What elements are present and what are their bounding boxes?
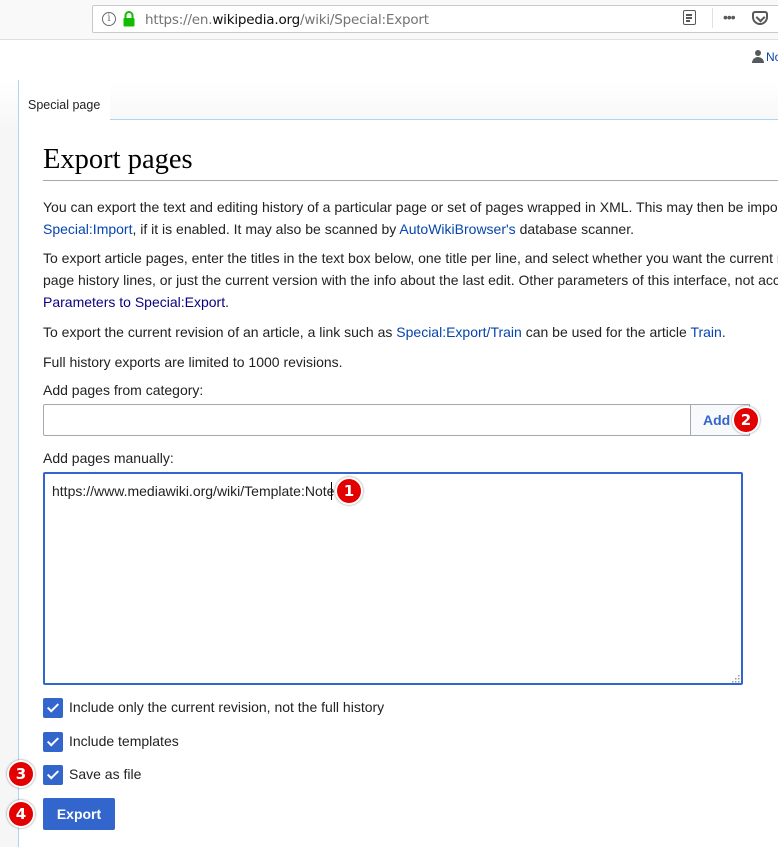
instructions-text-end: . xyxy=(225,294,229,310)
user-link[interactable]: Not logged in xyxy=(766,50,778,64)
url-domain: wikipedia.org xyxy=(212,12,301,28)
url-bar[interactable]: i https://en.wikipedia.org/wiki/Special:… xyxy=(92,5,778,33)
annotation-badge-3: 3 xyxy=(7,760,35,788)
intro-text-end: database scanner. xyxy=(515,221,634,237)
example-text-2: can be used for the article xyxy=(521,324,691,340)
annotation-badge-2: 2 xyxy=(732,406,760,434)
checkbox-label: Include templates xyxy=(69,733,179,749)
checkbox-label: Save as file xyxy=(69,766,142,782)
save-as-file-checkbox[interactable] xyxy=(43,765,63,785)
train-link[interactable]: Train xyxy=(690,324,721,340)
special-export-train-link[interactable]: Special:Export/Train xyxy=(396,324,522,340)
tab-label: Special page xyxy=(28,98,101,112)
intro-line-1: You can export the text and editing hist… xyxy=(43,199,778,215)
current-revision-checkbox[interactable] xyxy=(43,698,63,718)
checkbox-label: Include only the current revision, not t… xyxy=(69,699,385,715)
limit-note: Full history exports are limited to 1000… xyxy=(43,354,343,370)
category-label: Add pages from category: xyxy=(43,382,204,398)
annotation-badge-4: 4 xyxy=(7,800,35,828)
info-icon[interactable]: i xyxy=(102,12,116,26)
example-text-1: To export the current revision of an art… xyxy=(43,324,397,340)
example-text-3: . xyxy=(721,324,726,340)
export-button[interactable]: Export xyxy=(43,798,115,830)
url-path: /wiki/Special:Export xyxy=(300,12,429,28)
special-import-link[interactable]: Special:Import xyxy=(43,221,132,237)
instructions-paragraph: To export article pages, enter the title… xyxy=(43,247,778,313)
autowikibrowser-link[interactable]: AutoWikiBrowser's xyxy=(399,221,515,237)
instructions-line-2: page history lines, or just the current … xyxy=(43,272,778,288)
text-caret xyxy=(331,482,332,500)
include-templates-checkbox[interactable] xyxy=(43,732,63,752)
reader-view-icon[interactable] xyxy=(683,10,696,25)
resize-grip-icon[interactable] xyxy=(731,674,740,683)
intro-paragraph: You can export the text and editing hist… xyxy=(43,196,778,240)
lock-icon xyxy=(123,11,135,27)
url-prefix: https://en. xyxy=(145,12,213,28)
example-paragraph: To export the current revision of an art… xyxy=(43,321,726,343)
manual-label: Add pages manually: xyxy=(43,450,174,466)
instructions-line-1: To export article pages, enter the title… xyxy=(43,250,778,266)
category-input[interactable] xyxy=(43,404,691,436)
parameters-link[interactable]: Parameters to Special:Export xyxy=(43,294,225,310)
browser-toolbar: i https://en.wikipedia.org/wiki/Special:… xyxy=(0,0,778,40)
toolbar-separator xyxy=(712,8,713,28)
url-text[interactable]: https://en.wikipedia.org/wiki/Special:Ex… xyxy=(145,12,429,28)
user-icon xyxy=(752,50,764,64)
intro-line-2: Special:Import, if it is enabled. It may… xyxy=(43,218,778,240)
page-title: Export pages xyxy=(43,141,778,181)
tab-special-page[interactable]: Special page xyxy=(18,80,110,120)
pages-textarea[interactable]: https://www.mediawiki.org/wiki/Template:… xyxy=(43,472,743,685)
annotation-badge-1: 1 xyxy=(335,477,363,505)
more-actions-icon[interactable]: ••• xyxy=(723,9,736,25)
intro-text: , if it is enabled. It may also be scann… xyxy=(132,221,400,237)
instructions-line-3: Parameters to Special:Export. xyxy=(43,291,778,313)
